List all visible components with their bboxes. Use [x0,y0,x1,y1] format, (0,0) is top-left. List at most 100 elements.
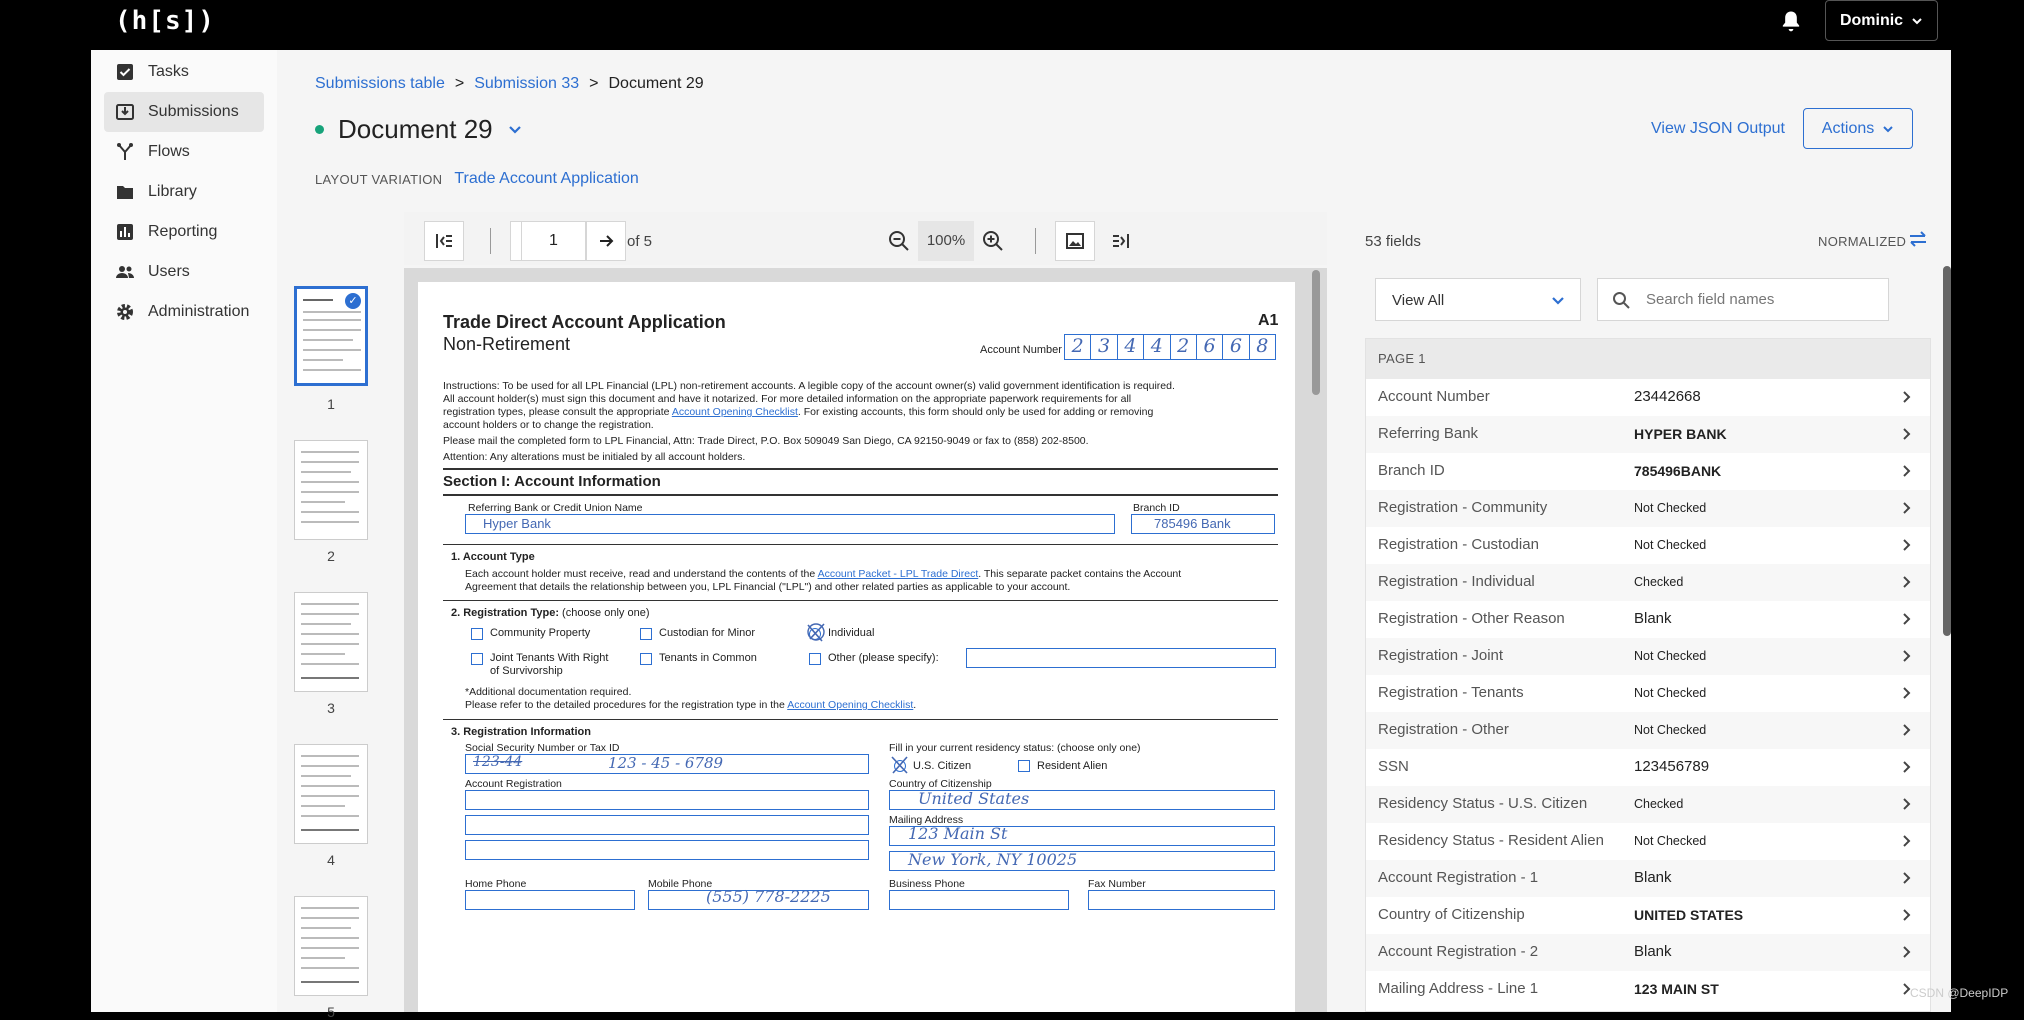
field-row[interactable]: Residency Status - Resident Alien Not Che… [1366,823,1930,860]
arrow-right-icon [600,235,614,247]
panel-expand-icon [1113,234,1129,248]
toggle-fields-panel-button[interactable] [1101,221,1141,261]
field-label: Branch ID [1133,502,1180,514]
attention-note: Attention: Any alterations must be initi… [443,451,746,463]
reporting-icon [117,224,133,240]
field-row[interactable]: Country of Citizenship UNITED STATES [1366,897,1930,934]
field-label: Fax Number [1088,878,1146,890]
layout-variation-label: LAYOUT VARIATION [315,171,443,187]
view-filter-select[interactable]: View All [1375,278,1581,321]
sidebar-item-submissions[interactable]: Submissions [104,92,264,132]
divider [443,600,1278,601]
watermark: CSDN @DeepIDP [1910,986,2009,1000]
chevron-down-icon[interactable] [507,122,523,138]
field-row[interactable]: SSN 123456789 [1366,749,1930,786]
sidebar-item-users[interactable]: Users [104,252,264,292]
chevron-right-icon [1903,391,1911,403]
chevron-right-icon [1903,539,1911,551]
field-value: Not Checked [1634,834,1707,848]
page-number-input[interactable]: 1 [521,221,586,261]
status-dot [315,125,324,134]
sidebar-item-flows[interactable]: Flows [104,132,264,172]
bell-icon[interactable] [1777,8,1805,36]
field-row[interactable]: Branch ID 785496BANK [1366,453,1930,490]
layout-variation-link[interactable]: Trade Account Application [454,170,638,188]
field-name: Registration - Other [1378,721,1509,738]
main-content: Submissions table > Submission 33 > Docu… [277,50,1951,1020]
account-digit: 6 [1223,335,1250,359]
fields-scrollbar[interactable] [1943,266,1951,636]
field-row[interactable]: Registration - Joint Not Checked [1366,638,1930,675]
zoom-out-button[interactable] [880,221,918,261]
field-value: Blank [1634,943,1672,960]
normalized-label: NORMALIZED [1818,234,1907,249]
field-label: Referring Bank or Credit Union Name [468,502,643,514]
chevron-right-icon [1903,835,1911,847]
top-bar: (h[s]) Dominic [0,0,2024,50]
viewer-scrollbar[interactable] [1312,270,1320,395]
field-name: Account Registration - 2 [1378,943,1539,960]
field-row[interactable]: Residency Status - U.S. Citizen Checked [1366,786,1930,823]
page-thumbnail-number: 5 [327,1004,335,1020]
ssn-value: 123 - 45 - 6789 [608,754,724,772]
zoom-in-button[interactable] [974,221,1012,261]
account-number-boxes: 2 3 4 4 2 6 6 8 [1064,334,1276,360]
page-thumbnail-2[interactable] [294,440,368,540]
logo[interactable]: (h[s]) [115,6,215,36]
account-type-text: Agreement that details the relationship … [465,581,1071,593]
business-phone-field [889,890,1069,910]
field-row[interactable]: Account Number 23442668 [1366,379,1930,416]
field-row[interactable]: Account Registration - 2 Blank [1366,934,1930,971]
field-value: Checked [1634,575,1684,589]
zoom-level[interactable]: 100% [918,221,974,261]
page-thumbnail-3[interactable] [294,592,368,692]
actions-button[interactable]: Actions [1803,108,1913,149]
sidebar-item-tasks[interactable]: Tasks [104,52,264,92]
search-field-names-input[interactable] [1646,279,1876,320]
field-row[interactable]: Referring Bank HYPER BANK [1366,416,1930,453]
sidebar-item-administration[interactable]: Administration [104,292,264,332]
sidebar-item-reporting[interactable]: Reporting [104,212,264,252]
sidebar-item-library[interactable]: Library [104,172,264,212]
next-page-button[interactable] [586,221,626,261]
chevron-right-icon [1903,909,1911,921]
field-row[interactable]: Registration - Individual Checked [1366,564,1930,601]
account-opening-checklist-link[interactable]: Account Opening Checklist [787,699,913,711]
user-menu-button[interactable]: Dominic [1825,0,1938,41]
field-row[interactable]: Registration - Tenants Not Checked [1366,675,1930,712]
page-thumbnail-1[interactable]: ✓ [294,286,368,386]
field-row[interactable]: Mailing Address - Line 1 123 MAIN ST [1366,971,1930,1008]
document-page-area: Trade Direct Account Application A1 Non-… [404,268,1327,1012]
subsection-heading: 2. Registration Type: (choose only one) [451,607,650,619]
breadcrumb-submissions-table[interactable]: Submissions table [315,75,445,93]
field-row[interactable]: Registration - Other Not Checked [1366,712,1930,749]
toggle-thumbnails-button[interactable] [424,221,464,261]
breadcrumb-submission[interactable]: Submission 33 [474,75,579,93]
checkbox-label: Custodian for Minor [659,627,755,639]
page-thumbnail-4[interactable] [294,744,368,844]
account-digit: 4 [1118,335,1145,359]
other-checkbox [809,653,821,665]
field-row[interactable]: Registration - Other Reason Blank [1366,601,1930,638]
account-opening-checklist-link[interactable]: Account Opening Checklist [672,406,798,418]
account-registration-field [465,840,869,860]
field-name: Registration - Tenants [1378,684,1524,701]
mail-instructions: Please mail the completed form to LPL Fi… [443,435,1089,447]
fax-number-field [1088,890,1275,910]
image-view-button[interactable] [1055,221,1095,261]
handwritten-check-mark [807,623,825,642]
field-row[interactable]: Registration - Community Not Checked [1366,490,1930,527]
chevron-right-icon [1903,946,1911,958]
field-name: Referring Bank [1378,425,1479,442]
field-row[interactable]: Registration - Custodian Not Checked [1366,527,1930,564]
breadcrumb-separator: > [454,75,465,92]
gear-icon [117,304,133,320]
page-thumbnail-5[interactable] [294,896,368,996]
account-packet-link[interactable]: Account Packet - LPL Trade Direct [818,568,979,580]
field-row[interactable]: Account Registration - 1 Blank [1366,860,1930,897]
form-code: A1 [1258,312,1279,329]
swap-icon[interactable] [1907,228,1929,250]
account-digit: 6 [1197,335,1224,359]
view-json-button[interactable]: View JSON Output [1651,120,1785,138]
field-name: Residency Status - U.S. Citizen [1378,795,1588,812]
